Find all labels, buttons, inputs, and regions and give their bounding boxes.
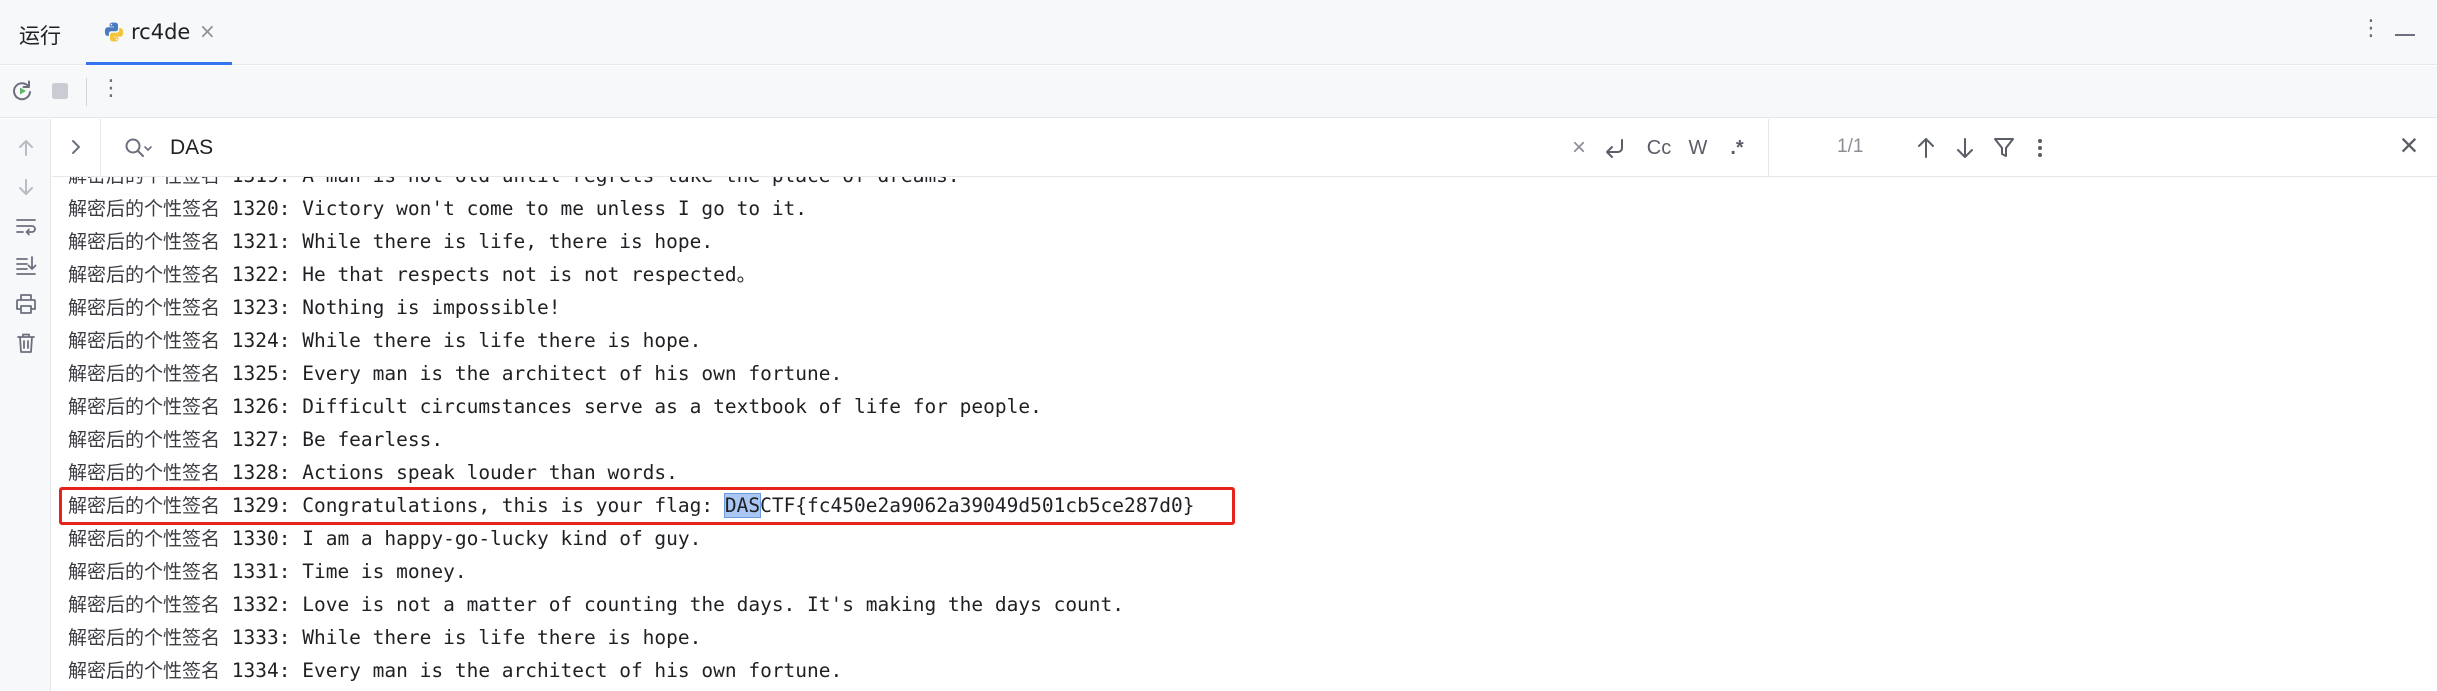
console-line: 解密后的个性签名 1319: A man is not old until re… xyxy=(68,177,960,192)
clear-search-icon[interactable]: × xyxy=(1568,134,1590,162)
toolbar-separator xyxy=(86,78,87,106)
filter-icon[interactable] xyxy=(1990,134,2018,162)
console-line: 解密后的个性签名 1331: Time is money. xyxy=(68,560,467,583)
tab-rc4de[interactable]: rc4de × xyxy=(86,0,232,65)
search-input[interactable] xyxy=(168,129,1048,167)
console-line: 解密后的个性签名 1320: Victory won't come to me … xyxy=(68,197,808,220)
console-output[interactable]: 解密后的个性签名 1319: A man is not old until re… xyxy=(52,177,2437,691)
divider xyxy=(100,119,101,177)
previous-occurrence-icon[interactable] xyxy=(1912,134,1940,162)
close-search-icon[interactable]: × xyxy=(2395,127,2423,163)
soft-wrap-icon[interactable] xyxy=(13,213,39,239)
more-options-icon[interactable]: ⋮ xyxy=(2360,18,2382,40)
console-line: 解密后的个性签名 1323: Nothing is impossible! xyxy=(68,296,561,319)
console-line: 解密后的个性签名 1325: Every man is the architec… xyxy=(68,362,843,385)
console-line: 解密后的个性签名 1328: Actions speak louder than… xyxy=(68,461,678,484)
minimize-icon[interactable] xyxy=(2395,34,2415,36)
rerun-icon[interactable] xyxy=(9,78,35,104)
console-line: 解密后的个性签名 1321: While there is life, ther… xyxy=(68,230,714,253)
scroll-to-end-icon[interactable] xyxy=(13,252,39,278)
divider xyxy=(1768,119,1769,177)
python-icon xyxy=(104,22,124,42)
tool-window-header: 运行 rc4de × ⋮ xyxy=(0,0,2437,65)
trash-icon[interactable] xyxy=(13,330,39,356)
flag-annotation-box xyxy=(59,487,1235,525)
match-count: 1/1 xyxy=(1837,136,1864,157)
console-side-toolbar xyxy=(0,119,51,691)
match-case-toggle[interactable]: Cc xyxy=(1642,134,1676,162)
more-options-icon[interactable]: ⋮ xyxy=(100,78,122,100)
console-line: 解密后的个性签名 1324: While there is life there… xyxy=(68,329,702,352)
regex-toggle[interactable]: .* xyxy=(1722,134,1752,162)
more-options-icon[interactable] xyxy=(2030,134,2050,162)
down-arrow-icon[interactable] xyxy=(13,174,39,200)
console-line: 解密后的个性签名 1330: I am a happy-go-lucky kin… xyxy=(68,527,702,550)
close-icon[interactable]: × xyxy=(199,19,216,43)
new-line-icon[interactable] xyxy=(1600,134,1630,162)
stop-icon[interactable] xyxy=(47,78,73,104)
search-icon[interactable] xyxy=(122,135,154,161)
run-toolbar: ⋮ xyxy=(0,66,2437,118)
console-line: 解密后的个性签名 1333: While there is life there… xyxy=(68,626,702,649)
next-occurrence-icon[interactable] xyxy=(1951,134,1979,162)
print-icon[interactable] xyxy=(13,291,39,317)
console-line: 解密后的个性签名 1327: Be fearless. xyxy=(68,428,444,451)
up-arrow-icon[interactable] xyxy=(13,135,39,161)
run-window-title[interactable]: 运行 xyxy=(19,20,61,50)
console-line: 解密后的个性签名 1334: Every man is the architec… xyxy=(68,659,843,682)
chevron-right-icon[interactable] xyxy=(64,133,88,161)
console-line: 解密后的个性签名 1332: Love is not a matter of c… xyxy=(68,593,1125,616)
tab-label: rc4de xyxy=(131,20,191,44)
find-bar: × Cc W .* 1/1 × xyxy=(52,119,2437,177)
whole-words-toggle[interactable]: W xyxy=(1684,134,1712,162)
console-line: 解密后的个性签名 1326: Difficult circumstances s… xyxy=(68,395,1042,418)
console-line: 解密后的个性签名 1322: He that respects not is n… xyxy=(68,263,757,286)
active-tab-indicator xyxy=(86,62,232,65)
